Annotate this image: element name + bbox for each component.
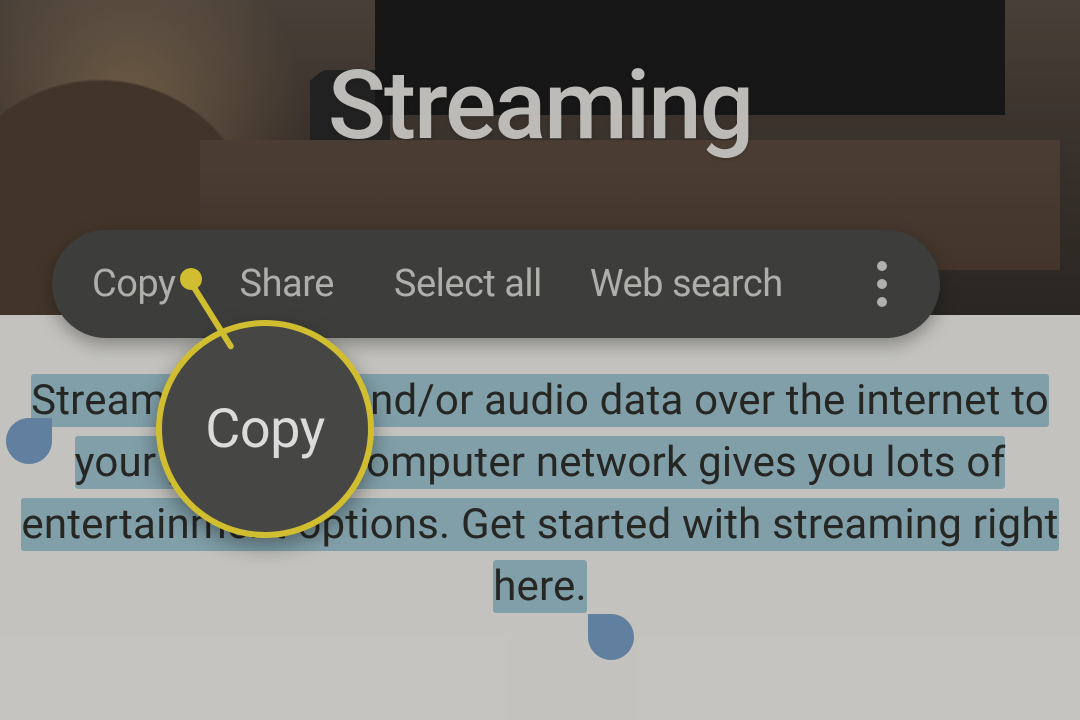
- selection-end-handle[interactable]: [588, 614, 634, 660]
- web-search-menu-item[interactable]: Web search: [590, 262, 783, 306]
- page-title: Streaming: [0, 50, 1080, 162]
- tutorial-callout-bubble: Copy: [156, 320, 374, 538]
- callout-anchor-dot: [180, 268, 202, 290]
- share-menu-item[interactable]: Share: [240, 262, 334, 306]
- callout-label: Copy: [205, 398, 325, 461]
- select-all-menu-item[interactable]: Select all: [394, 262, 542, 306]
- more-options-button[interactable]: [860, 254, 904, 314]
- copy-menu-item[interactable]: Copy: [92, 262, 176, 306]
- more-vert-icon: [877, 261, 887, 271]
- screenshot-root: Streaming Streaming video and/or audio d…: [0, 0, 1080, 720]
- selection-start-handle[interactable]: [6, 418, 52, 464]
